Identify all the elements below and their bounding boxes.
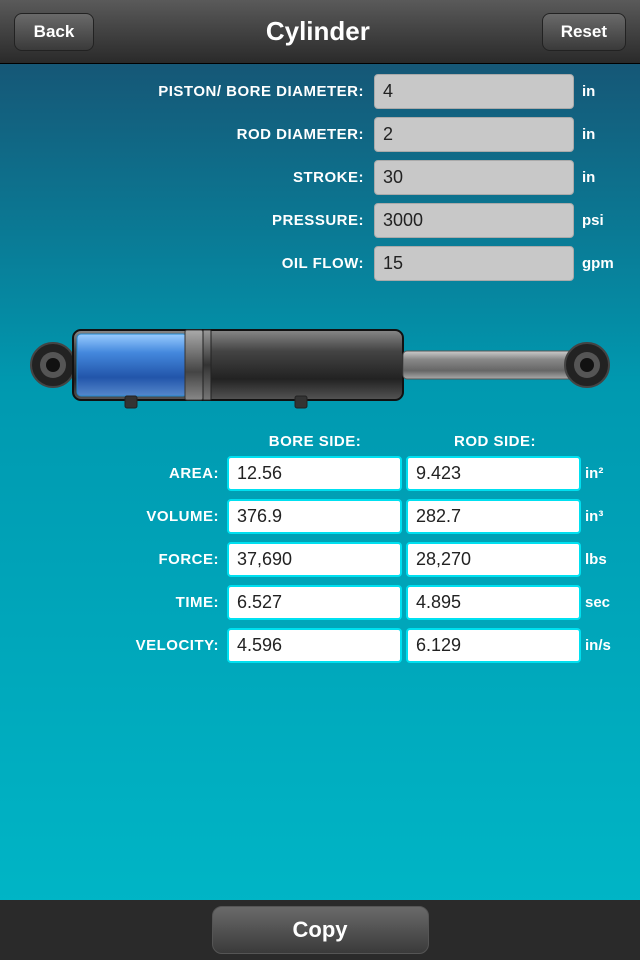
result-rod-4: 6.129 [406,628,581,663]
input-unit-stroke: in [582,169,622,186]
result-rod-0: 9.423 [406,456,581,491]
page-title: Cylinder [94,16,542,47]
input-row-oilflow: OIL FLOW: gpm [18,246,622,281]
result-row-4: VELOCITY: 4.5966.129in/s [10,628,630,663]
input-row-bore: PISTON/ BORE DIAMETER: in [18,74,622,109]
input-label-oilflow: OIL FLOW: [18,255,364,272]
result-bore-1: 376.9 [227,499,402,534]
result-label-3: TIME: [10,594,219,611]
result-label-2: FORCE: [10,551,219,568]
input-field-bore[interactable] [374,74,574,109]
input-field-oilflow[interactable] [374,246,574,281]
result-label-4: VELOCITY: [10,637,219,654]
result-rod-3: 4.895 [406,585,581,620]
input-unit-rod: in [582,126,622,143]
result-label-1: VOLUME: [10,508,219,525]
input-field-pressure[interactable] [374,203,574,238]
reset-button[interactable]: Reset [542,13,626,51]
result-unit-1: in³ [585,508,630,525]
bore-side-header: BORE SIDE: [225,433,405,450]
result-row-3: TIME: 6.5274.895sec [10,585,630,620]
result-unit-0: in² [585,465,630,482]
result-unit-2: lbs [585,551,630,568]
input-label-stroke: STROKE: [18,169,364,186]
input-label-pressure: PRESSURE: [18,212,364,229]
result-rod-2: 28,270 [406,542,581,577]
input-field-stroke[interactable] [374,160,574,195]
input-field-rod[interactable] [374,117,574,152]
input-row-pressure: PRESSURE: psi [18,203,622,238]
result-bore-3: 6.527 [227,585,402,620]
header: Back Cylinder Reset [0,0,640,64]
result-bore-2: 37,690 [227,542,402,577]
input-label-rod: ROD DIAMETER: [18,126,364,143]
results-section: BORE SIDE:ROD SIDE: AREA: 12.569.423in² VOL… [0,433,640,663]
result-bore-0: 12.56 [227,456,402,491]
input-row-stroke: STROKE: in [18,160,622,195]
result-label-0: AREA: [10,465,219,482]
result-bore-4: 4.596 [227,628,402,663]
result-unit-3: sec [585,594,630,611]
input-row-rod: ROD DIAMETER: in [18,117,622,152]
result-row-0: AREA: 12.569.423in² [10,456,630,491]
cylinder-illustration [0,305,640,425]
result-row-2: FORCE: 37,69028,270lbs [10,542,630,577]
rod-side-header: ROD SIDE: [405,433,585,450]
copy-button[interactable]: Copy [212,906,429,954]
input-unit-oilflow: gpm [582,255,622,272]
input-section: PISTON/ BORE DIAMETER:inROD DIAMETER:inS… [0,64,640,295]
result-rod-1: 282.7 [406,499,581,534]
result-unit-4: in/s [585,637,630,654]
input-label-bore: PISTON/ BORE DIAMETER: [18,83,364,100]
result-row-1: VOLUME: 376.9282.7in³ [10,499,630,534]
input-unit-bore: in [582,83,622,100]
results-header-row: BORE SIDE:ROD SIDE: [10,433,630,450]
back-button[interactable]: Back [14,13,94,51]
copy-bar: Copy [0,900,640,960]
input-unit-pressure: psi [582,212,622,229]
